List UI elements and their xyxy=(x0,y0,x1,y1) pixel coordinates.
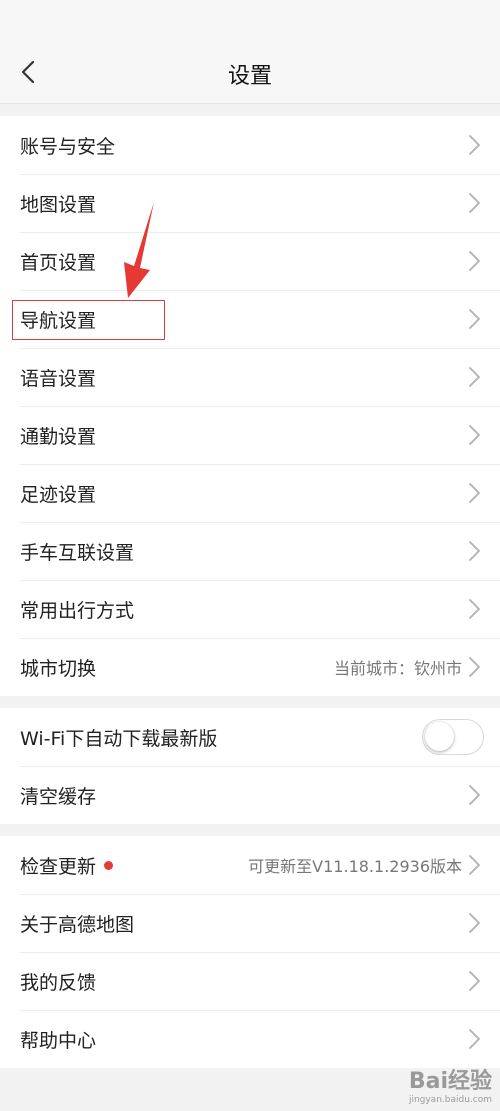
row-label: 语音设置 xyxy=(20,367,97,390)
row-label: 账号与安全 xyxy=(20,135,116,158)
row-wifi-auto-download: Wi-Fi下自动下载最新版 xyxy=(0,708,500,766)
row-label: 关于高德地图 xyxy=(20,913,135,936)
row-home-settings[interactable]: 首页设置 xyxy=(0,232,500,290)
watermark: Bai经验 jingyan.baidu.com xyxy=(409,1063,492,1105)
annotation-highlight-box xyxy=(12,300,165,340)
current-city-value: 当前城市：钦州市 xyxy=(333,659,462,678)
chevron-right-icon xyxy=(469,483,480,503)
row-travel-mode[interactable]: 常用出行方式 xyxy=(0,580,500,638)
chevron-right-icon xyxy=(469,135,480,155)
row-voice-settings[interactable]: 语音设置 xyxy=(0,348,500,406)
row-commute-settings[interactable]: 通勤设置 xyxy=(0,406,500,464)
row-label: 常用出行方式 xyxy=(20,599,135,622)
chevron-right-icon xyxy=(469,657,480,677)
row-label: 手车互联设置 xyxy=(20,541,135,564)
row-label: 地图设置 xyxy=(20,193,97,216)
chevron-right-icon xyxy=(469,971,480,991)
settings-group-storage: Wi-Fi下自动下载最新版 清空缓存 xyxy=(0,708,500,824)
row-city-switch[interactable]: 城市切换 当前城市：钦州市 xyxy=(0,638,500,696)
chevron-right-icon xyxy=(469,425,480,445)
toggle-knob xyxy=(425,722,454,751)
row-label: 城市切换 xyxy=(20,657,97,680)
row-help-center[interactable]: 帮助中心 xyxy=(0,1010,500,1068)
chevron-right-icon xyxy=(469,309,480,329)
row-label: 足迹设置 xyxy=(20,483,97,506)
row-phone-car-link-settings[interactable]: 手车互联设置 xyxy=(0,522,500,580)
row-check-update[interactable]: 检查更新 可更新至V11.18.1.2936版本 xyxy=(0,836,500,894)
row-label: 帮助中心 xyxy=(20,1029,97,1052)
row-account-security[interactable]: 账号与安全 xyxy=(0,116,500,174)
chevron-right-icon xyxy=(469,599,480,619)
nav-header: 设置 xyxy=(0,0,500,104)
settings-group-main: 账号与安全 地图设置 首页设置 导航设置 语音设置 通勤设置 足迹设置 手车互联… xyxy=(0,116,500,696)
page-title: 设置 xyxy=(227,64,272,89)
row-clear-cache[interactable]: 清空缓存 xyxy=(0,766,500,824)
row-label: 检查更新 xyxy=(20,855,97,878)
chevron-right-icon xyxy=(469,855,480,875)
chevron-right-icon xyxy=(469,541,480,561)
chevron-right-icon xyxy=(469,367,480,387)
row-label: 我的反馈 xyxy=(20,971,97,994)
row-about-amap[interactable]: 关于高德地图 xyxy=(0,894,500,952)
row-label: 首页设置 xyxy=(20,251,97,274)
watermark-logo: Bai经验 xyxy=(408,1069,492,1094)
row-footprint-settings[interactable]: 足迹设置 xyxy=(0,464,500,522)
row-my-feedback[interactable]: 我的反馈 xyxy=(0,952,500,1010)
settings-group-about: 检查更新 可更新至V11.18.1.2936版本 关于高德地图 我的反馈 帮助中… xyxy=(0,836,500,1068)
chevron-right-icon xyxy=(469,913,480,933)
chevron-right-icon xyxy=(469,785,480,805)
update-version-value: 可更新至V11.18.1.2936版本 xyxy=(248,857,462,876)
row-label: Wi-Fi下自动下载最新版 xyxy=(20,727,218,750)
update-badge-dot xyxy=(104,860,114,870)
row-label: 清空缓存 xyxy=(20,785,97,808)
row-label: 通勤设置 xyxy=(20,425,97,448)
chevron-right-icon xyxy=(469,193,480,213)
chevron-right-icon xyxy=(469,1029,480,1049)
watermark-url: jingyan.baidu.com xyxy=(408,1095,492,1105)
wifi-auto-download-toggle[interactable] xyxy=(422,719,484,755)
row-map-settings[interactable]: 地图设置 xyxy=(0,174,500,232)
annotation-arrow-icon xyxy=(124,202,154,298)
chevron-right-icon xyxy=(469,251,480,271)
